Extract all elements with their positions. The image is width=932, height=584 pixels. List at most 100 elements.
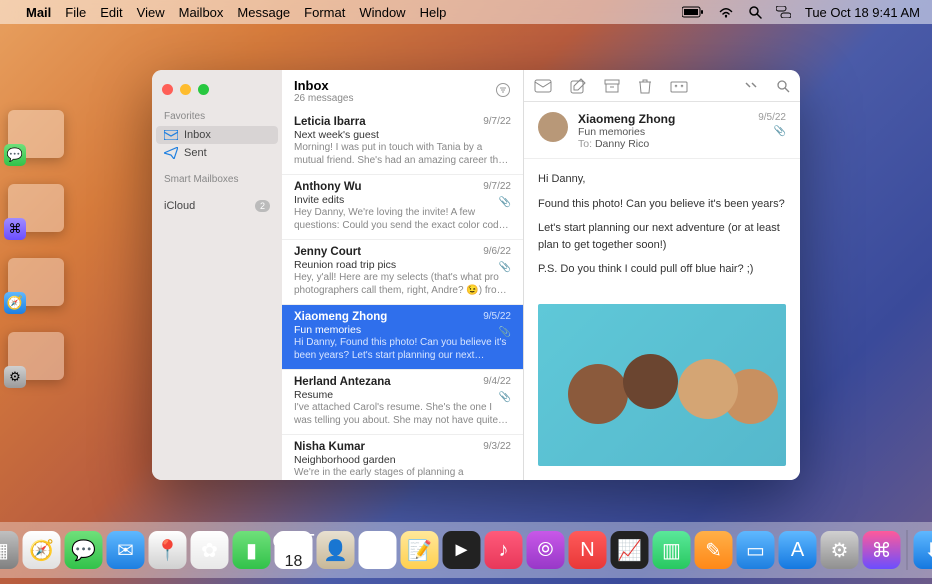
msg-subject: Fun memories — [294, 324, 511, 336]
compose-icon[interactable] — [570, 78, 586, 94]
dock-podcasts[interactable]: ⦾ — [527, 531, 565, 569]
dock-calendar[interactable]: OCT18 — [275, 531, 313, 569]
safari-icon: 🧭 — [4, 292, 26, 314]
dock-news[interactable]: N — [569, 531, 607, 569]
msg-from: Jenny Court — [294, 246, 483, 258]
dock-pages[interactable]: ✎ — [695, 531, 733, 569]
reader-date: 9/5/22 — [758, 112, 786, 123]
dock-stocks[interactable]: 📈 — [611, 531, 649, 569]
message-list-item[interactable]: Xiaomeng Zhong9/5/22Fun memories📎Hi Dann… — [282, 305, 523, 370]
dock-maps[interactable]: 📍 — [149, 531, 187, 569]
zoom-button[interactable] — [198, 84, 209, 95]
trash-icon[interactable] — [638, 78, 652, 94]
sidebar-item-inbox[interactable]: Inbox — [156, 126, 278, 144]
msg-subject: Next week's guest — [294, 129, 511, 141]
close-button[interactable] — [162, 84, 173, 95]
reader-subject: Fun memories — [578, 126, 786, 138]
archive-icon[interactable] — [604, 79, 620, 93]
menu-help[interactable]: Help — [420, 5, 447, 20]
attachment-icon[interactable]: 📎 — [774, 126, 786, 137]
sidebar-item-icloud[interactable]: iCloud 2 — [152, 197, 282, 215]
msg-subject: Resume — [294, 389, 511, 401]
attachment-icon: 📎 — [499, 197, 511, 208]
msg-date: 9/7/22 — [483, 181, 511, 193]
dock-settings[interactable]: ⚙ — [821, 531, 859, 569]
dock-launchpad[interactable]: ▦ — [0, 531, 19, 569]
menu-view[interactable]: View — [137, 5, 165, 20]
message-list-item[interactable]: Herland Antezana9/4/22Resume📎I've attach… — [282, 370, 523, 435]
app-menu[interactable]: Mail — [26, 5, 51, 20]
spotlight-icon[interactable] — [748, 5, 762, 19]
msg-date: 9/5/22 — [483, 311, 511, 323]
dock-downloads[interactable]: ⬇ — [914, 531, 932, 569]
message-body: Hi Danny, Found this photo! Can you beli… — [524, 159, 800, 298]
shortcuts-icon: ⌘ — [4, 218, 26, 240]
stage-thumb-messages[interactable]: 💬 — [8, 110, 64, 158]
dock-appstore[interactable]: A — [779, 531, 817, 569]
dock-numbers[interactable]: ▥ — [653, 531, 691, 569]
dock-music[interactable]: ♪ — [485, 531, 523, 569]
stage-manager: 💬 ⌘ 🧭 ⚙ — [8, 110, 68, 406]
menu-datetime[interactable]: Tue Oct 18 9:41 AM — [805, 5, 920, 20]
menu-format[interactable]: Format — [304, 5, 345, 20]
attachment-icon: 📎 — [499, 262, 511, 273]
search-icon[interactable] — [776, 79, 790, 93]
junk-icon[interactable] — [670, 79, 688, 93]
menu-window[interactable]: Window — [359, 5, 405, 20]
mailbox-count: 26 messages — [294, 93, 495, 104]
sidebar-item-label: Sent — [184, 147, 207, 159]
wifi-icon[interactable] — [718, 6, 734, 18]
sent-icon — [164, 147, 178, 159]
stage-thumb-shortcuts[interactable]: ⌘ — [8, 184, 64, 232]
dock-photos[interactable]: ✿ — [191, 531, 229, 569]
body-line: Found this photo! Can you believe it's b… — [538, 196, 786, 213]
dock: 🙂 ▦ 🧭 💬 ✉ 📍 ✿ ▮ OCT18 👤 ☰ 📝 ► ♪ ⦾ N 📈 ▥ … — [0, 522, 932, 578]
msg-preview: Hey, y'all! Here are my selects (that's … — [294, 272, 511, 297]
control-center-icon[interactable] — [776, 6, 791, 18]
stage-thumb-safari[interactable]: 🧭 — [8, 258, 64, 306]
menu-edit[interactable]: Edit — [100, 5, 122, 20]
dock-facetime[interactable]: ▮ — [233, 531, 271, 569]
body-line: P.S. Do you think I could pull off blue … — [538, 261, 786, 278]
message-attachment-image[interactable] — [538, 304, 786, 466]
reader-to: Danny Rico — [595, 138, 649, 150]
icloud-badge: 2 — [255, 200, 270, 212]
mailbox-title: Inbox — [294, 78, 495, 93]
menu-mailbox[interactable]: Mailbox — [179, 5, 224, 20]
reader-to-label: To: — [578, 138, 592, 150]
dock-mail[interactable]: ✉ — [107, 531, 145, 569]
message-list-item[interactable]: Leticia Ibarra9/7/22Next week's guestMor… — [282, 110, 523, 175]
msg-date: 9/7/22 — [483, 116, 511, 128]
sidebar-item-label: Inbox — [184, 129, 211, 141]
dock-notes[interactable]: 📝 — [401, 531, 439, 569]
dock-tv[interactable]: ► — [443, 531, 481, 569]
attachment-icon: 📎 — [499, 327, 511, 338]
message-list-item[interactable]: Anthony Wu9/7/22Invite edits📎Hey Danny, … — [282, 175, 523, 240]
message-header: Xiaomeng Zhong Fun memories To: Danny Ri… — [524, 102, 800, 159]
dock-contacts[interactable]: 👤 — [317, 531, 355, 569]
msg-subject: Invite edits — [294, 194, 511, 206]
message-list-item[interactable]: Jenny Court9/6/22Reunion road trip pics📎… — [282, 240, 523, 305]
more-icon[interactable] — [744, 81, 758, 91]
sidebar-section-smart: Smart Mailboxes — [152, 170, 282, 189]
dock-shortcuts[interactable]: ⌘ — [863, 531, 901, 569]
message-list-item[interactable]: Nisha Kumar9/3/22Neighborhood gardenWe'r… — [282, 435, 523, 480]
stage-thumb-settings[interactable]: ⚙ — [8, 332, 64, 380]
attachment-icon: 📎 — [499, 392, 511, 403]
msg-preview: I've attached Carol's resume. She's the … — [294, 402, 511, 427]
msg-subject: Reunion road trip pics — [294, 259, 511, 271]
menu-file[interactable]: File — [65, 5, 86, 20]
sidebar-item-sent[interactable]: Sent — [152, 144, 282, 162]
get-mail-icon[interactable] — [534, 79, 552, 93]
filter-icon[interactable] — [495, 82, 511, 101]
msg-from: Nisha Kumar — [294, 441, 483, 453]
minimize-button[interactable] — [180, 84, 191, 95]
dock-safari[interactable]: 🧭 — [23, 531, 61, 569]
sidebar-item-label: iCloud — [164, 200, 195, 212]
dock-messages[interactable]: 💬 — [65, 531, 103, 569]
battery-icon[interactable] — [682, 6, 704, 18]
mail-window: Favorites Inbox Sent Smart Mailboxes iCl… — [152, 70, 800, 480]
dock-reminders[interactable]: ☰ — [359, 531, 397, 569]
menu-message[interactable]: Message — [237, 5, 290, 20]
dock-keynote[interactable]: ▭ — [737, 531, 775, 569]
